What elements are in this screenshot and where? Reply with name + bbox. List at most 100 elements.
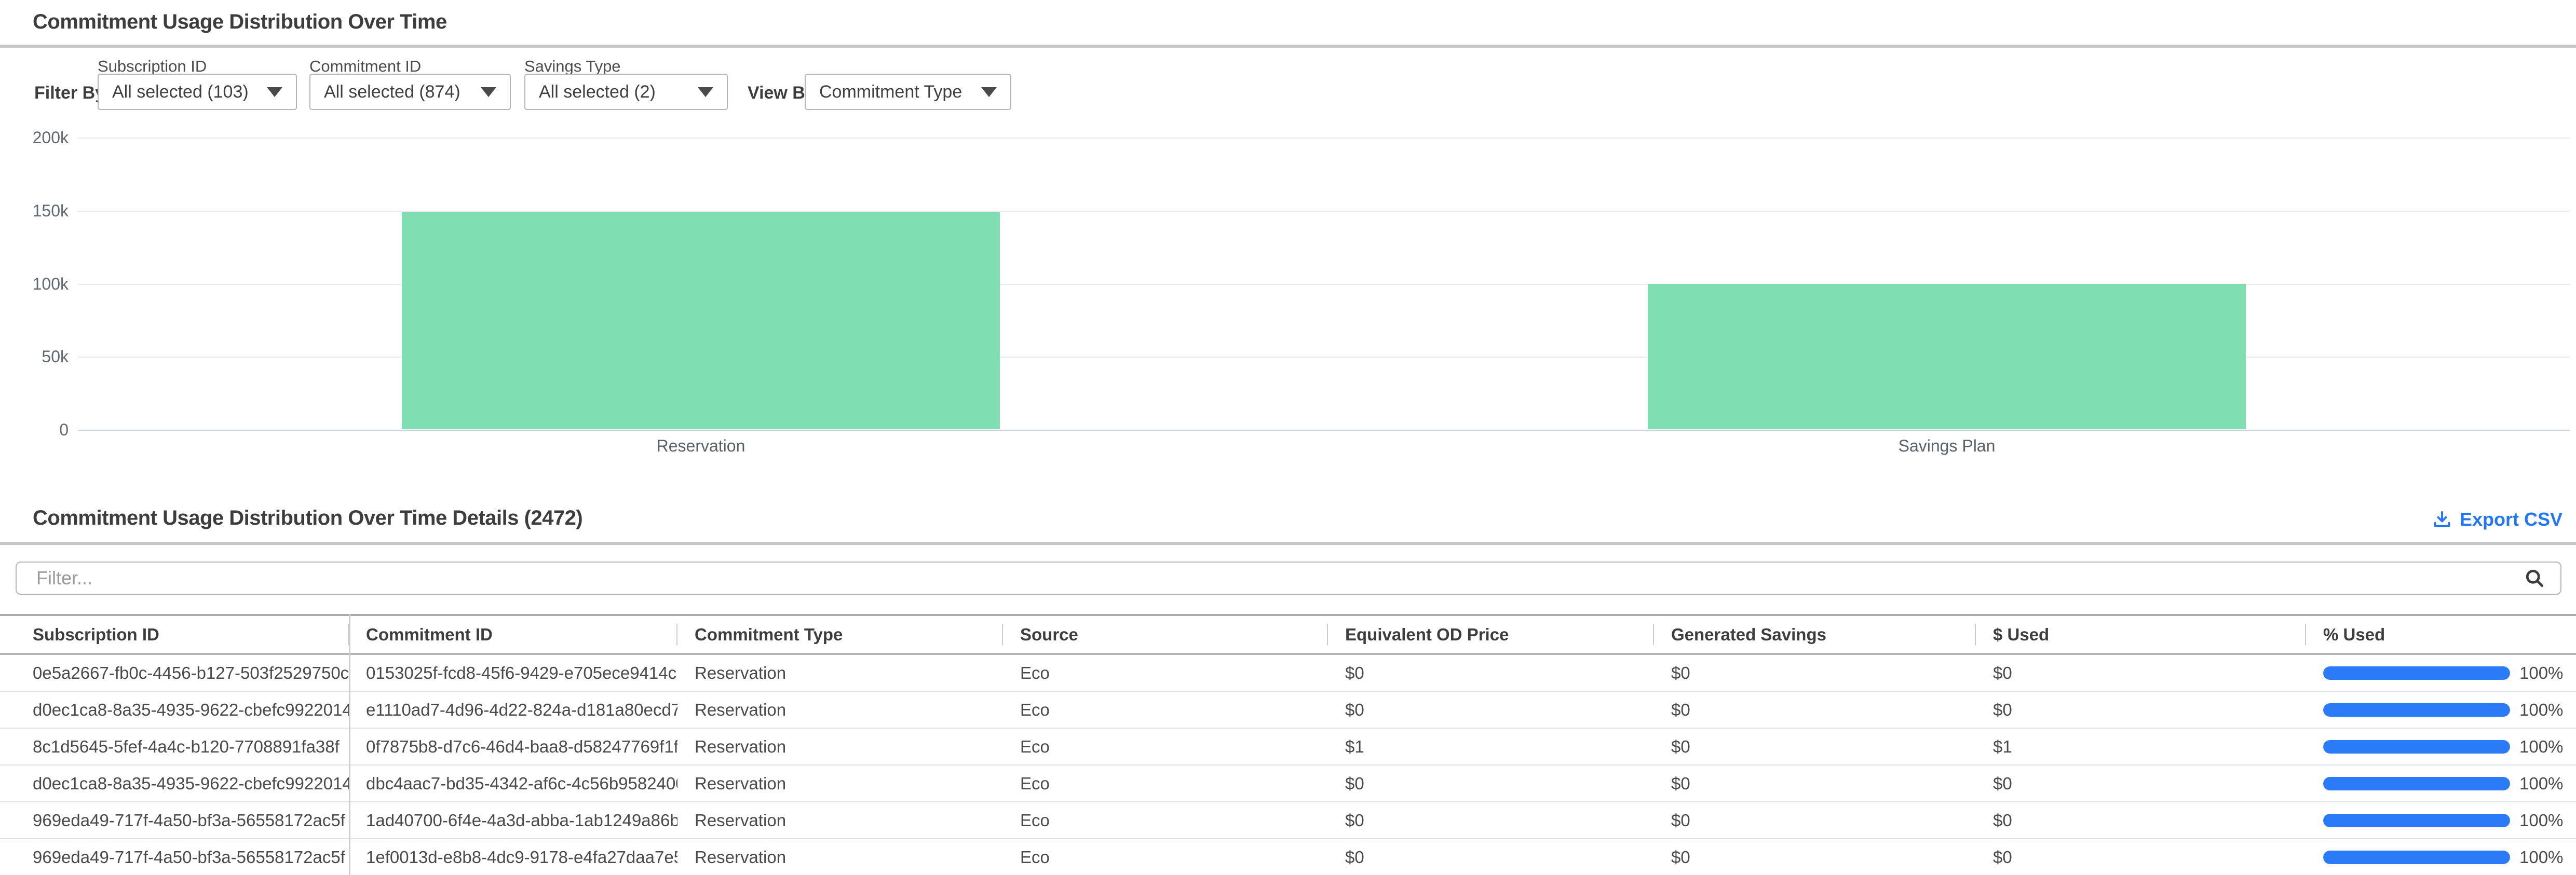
subscription-id-dropdown[interactable]: All selected (103) [98,74,297,110]
used-percent-bar [2323,666,2510,680]
table-row: 969eda49-717f-4a50-bf3a-56558172ac5f1ad4… [0,802,2576,839]
pinned-column-divider [349,614,350,875]
table-row: d0ec1ca8-8a35-4935-9622-cbefc9922014dbc4… [0,765,2576,802]
cell-commitment-id: 1ad40700-6f4e-4a3d-abba-1ab1249a86bd [349,811,677,830]
x-axis-category-label: Savings Plan [1648,436,2246,456]
column-header-equivalent-od-price: Equivalent OD Price [1328,616,1654,653]
export-csv-button[interactable]: Export CSV [2432,509,2563,530]
commitment-id-dropdown[interactable]: All selected (874) [309,74,511,110]
cell-generated-savings: $0 [1654,811,1976,830]
table-filter-input[interactable] [16,562,2561,595]
used-percent-bar [2323,740,2510,754]
commitment-usage-page: Commitment Usage Distribution Over Time … [0,0,2576,875]
cell-subscription-id: 969eda49-717f-4a50-bf3a-56558172ac5f [0,847,349,867]
cell-used-percent: 100% [2306,737,2576,757]
cell-generated-savings: $0 [1654,737,1976,757]
used-percent-bar-track [2323,777,2510,790]
used-percent-bar [2323,703,2510,717]
cell-used-dollars: $1 [1976,737,2306,757]
table-row: 969eda49-717f-4a50-bf3a-56558172ac5f1ef0… [0,839,2576,875]
cell-commitment-type: Reservation [677,847,1003,867]
cell-commitment-type: Reservation [677,737,1003,757]
cell-source: Eco [1003,663,1328,683]
chart-bar-reservation[interactable] [402,212,1000,429]
cell-used-percent: 100% [2306,774,2576,794]
cell-commitment-type: Reservation [677,700,1003,720]
download-icon [2432,509,2452,530]
used-percent-bar [2323,777,2510,790]
cell-source: Eco [1003,847,1328,867]
search-icon[interactable] [2523,567,2546,590]
used-percent-bar-track [2323,666,2510,680]
subscription-id-dropdown-value: All selected (103) [112,82,249,102]
chart-bar-savings-plan[interactable] [1648,284,2246,429]
cell-generated-savings: $0 [1654,700,1976,720]
cell-used-percent: 100% [2306,847,2576,867]
column-header-commitment-id: Commitment ID [349,616,677,653]
y-axis-tick-label: 150k [0,201,69,221]
usage-bar-chart: 050k100k150k200kReservationSavings Plan [0,128,2576,470]
used-percent-bar-track [2323,740,2510,754]
cell-used-dollars: $0 [1976,700,2306,720]
cell-commitment-id: dbc4aac7-bd35-4342-af6c-4c56b9582400 [349,774,677,794]
cell-generated-savings: $0 [1654,663,1976,683]
cell-equivalent-od-price: $0 [1328,700,1654,720]
used-percent-label: 100% [2519,847,2563,867]
used-percent-bar-track [2323,851,2510,864]
y-axis-tick-label: 0 [0,420,69,440]
column-header-source: Source [1003,616,1328,653]
column-header-percent-used: % Used [2306,616,2576,653]
cell-subscription-id: d0ec1ca8-8a35-4935-9622-cbefc9922014 [0,774,349,794]
table-row: d0ec1ca8-8a35-4935-9622-cbefc9922014e111… [0,692,2576,729]
cell-subscription-id: 969eda49-717f-4a50-bf3a-56558172ac5f [0,811,349,830]
used-percent-bar-track [2323,703,2510,717]
column-header-generated-savings: Generated Savings [1654,616,1976,653]
cell-source: Eco [1003,700,1328,720]
cell-source: Eco [1003,774,1328,794]
used-percent-label: 100% [2519,737,2563,757]
chevron-down-icon [267,87,282,97]
cell-commitment-type: Reservation [677,774,1003,794]
cell-equivalent-od-price: $0 [1328,811,1654,830]
cell-commitment-id: 1ef0013d-e8b8-4dc9-9178-e4fa27daa7e5 [349,847,677,867]
chevron-down-icon [981,87,997,97]
used-percent-bar [2323,814,2510,827]
table-body: 0e5a2667-fb0c-4456-b127-503f2529750c0153… [0,655,2576,875]
cell-subscription-id: d0ec1ca8-8a35-4935-9622-cbefc9922014 [0,700,349,720]
export-csv-label: Export CSV [2460,509,2563,530]
gridline [78,138,2570,139]
cell-equivalent-od-price: $1 [1328,737,1654,757]
view-by-dropdown-value: Commitment Type [819,82,962,102]
table-row: 8c1d5645-5fef-4a4c-b120-7708891fa38f0f78… [0,729,2576,765]
cell-generated-savings: $0 [1654,847,1976,867]
used-percent-label: 100% [2519,811,2563,830]
cell-used-dollars: $0 [1976,774,2306,794]
cell-equivalent-od-price: $0 [1328,774,1654,794]
used-percent-label: 100% [2519,774,2563,794]
gridline [78,211,2570,212]
commitment-id-dropdown-label: Commitment ID [309,57,421,76]
column-header-subscription-id: Subscription ID [0,616,349,653]
column-header-commitment-type: Commitment Type [677,616,1003,653]
view-by-dropdown[interactable]: Commitment Type [805,74,1011,110]
table-header-row: Subscription ID Commitment ID Commitment… [0,614,2576,655]
cell-equivalent-od-price: $0 [1328,663,1654,683]
used-percent-label: 100% [2519,700,2563,720]
y-axis-tick-label: 50k [0,347,69,366]
used-percent-label: 100% [2519,663,2563,683]
cell-source: Eco [1003,811,1328,830]
cell-used-percent: 100% [2306,663,2576,683]
table-row: 0e5a2667-fb0c-4456-b127-503f2529750c0153… [0,655,2576,692]
details-title: Commitment Usage Distribution Over Time … [33,507,582,530]
cell-used-dollars: $0 [1976,811,2306,830]
savings-type-dropdown-value: All selected (2) [539,82,656,102]
cell-subscription-id: 8c1d5645-5fef-4a4c-b120-7708891fa38f [0,737,349,757]
savings-type-dropdown[interactable]: All selected (2) [524,74,728,110]
cell-commitment-id: 0f7875b8-d7c6-46d4-baa8-d58247769f1f [349,737,677,757]
used-percent-bar [2323,851,2510,864]
y-axis-tick-label: 100k [0,275,69,294]
savings-type-dropdown-label: Savings Type [524,57,621,76]
column-header-dollars-used: $ Used [1976,616,2306,653]
commitment-id-dropdown-value: All selected (874) [324,82,460,102]
used-percent-bar-track [2323,814,2510,827]
